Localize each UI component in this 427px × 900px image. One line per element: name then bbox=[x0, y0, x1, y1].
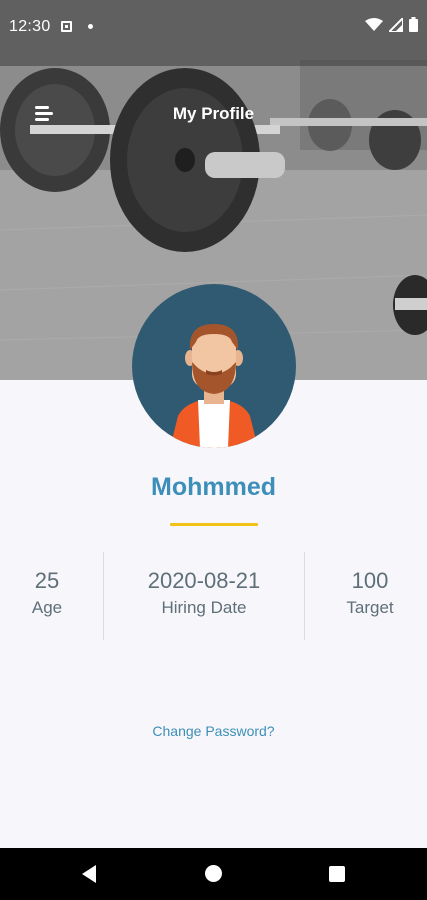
status-time: 12:30 bbox=[9, 18, 51, 35]
stat-hiring-date: 2020-08-21 Hiring Date bbox=[104, 568, 304, 618]
status-icons bbox=[365, 17, 418, 32]
profile-name: Mohmmed bbox=[151, 473, 276, 501]
avatar-illustration bbox=[170, 324, 258, 448]
stat-age: 25 Age bbox=[0, 568, 94, 618]
stat-hiring-date-label: Hiring Date bbox=[161, 598, 247, 617]
signal-icon bbox=[389, 17, 403, 32]
page-title: My Profile bbox=[172, 104, 255, 123]
recent-apps-icon[interactable] bbox=[329, 866, 345, 882]
dot-icon bbox=[88, 24, 93, 29]
profile-screen: 12:30 My Profile Mohmmed 25 Age 2020-08-… bbox=[0, 0, 427, 900]
home-icon[interactable] bbox=[205, 865, 222, 882]
profile-stats: 25 Age 2020-08-21 Hiring Date 100 Target bbox=[0, 552, 427, 640]
avatar bbox=[132, 284, 296, 448]
stat-age-value: 25 bbox=[34, 568, 60, 593]
stat-age-label: Age bbox=[31, 598, 63, 617]
stat-target-label: Target bbox=[346, 598, 394, 617]
change-password-link[interactable]: Change Password? bbox=[0, 723, 427, 739]
image-notification-icon bbox=[61, 21, 72, 32]
back-icon[interactable] bbox=[82, 865, 96, 883]
stat-hiring-date-value: 2020-08-21 bbox=[147, 568, 261, 593]
wifi-icon bbox=[365, 17, 383, 31]
battery-icon bbox=[409, 17, 418, 32]
stat-target-value: 100 bbox=[351, 568, 389, 593]
name-underline bbox=[170, 523, 258, 526]
status-bar: 12:30 bbox=[0, 0, 427, 66]
stat-target: 100 Target bbox=[305, 568, 427, 618]
system-navigation-bar bbox=[0, 848, 427, 900]
